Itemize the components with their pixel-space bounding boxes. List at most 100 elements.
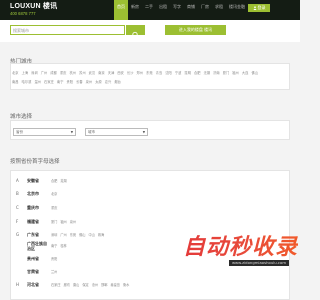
city-link[interactable]: 泉州 — [70, 220, 76, 224]
city-link[interactable]: 昆明 — [184, 71, 191, 75]
province-letter: C — [16, 205, 19, 210]
province-name[interactable]: 甘肃省 — [27, 269, 39, 275]
nav-item-finance[interactable]: 楼讯金融 — [226, 0, 248, 20]
city-link[interactable]: 嘉兴 — [105, 80, 112, 84]
top-bar: LOUXUN 楼讯 400 6878 777 首页 新房 二手 出租 写字 商铺… — [0, 0, 300, 20]
city-link[interactable]: 大连 — [242, 71, 249, 75]
city-link[interactable]: 广州 — [60, 233, 66, 237]
city-link[interactable]: 沧州 — [92, 283, 98, 287]
province-name[interactable]: 北京市 — [27, 191, 39, 197]
city-link[interactable]: 桂林 — [60, 244, 66, 248]
city-link[interactable]: 哈尔滨 — [22, 80, 32, 84]
city-link[interactable]: 郑州 — [137, 71, 144, 75]
nav-item-shop[interactable]: 商铺 — [184, 0, 198, 20]
city-link[interactable]: 合肥 — [194, 71, 201, 75]
city-link[interactable]: 福州 — [232, 71, 239, 75]
search-bar: 搜索城市 进入我的楼盘 楼讯 — [0, 20, 300, 42]
nav-item-office[interactable]: 写字 — [170, 0, 184, 20]
city-link[interactable]: 厦门 — [223, 71, 230, 75]
province-name[interactable]: 广西壮族自治区 — [27, 241, 49, 251]
city-link[interactable]: 佛山 — [251, 71, 258, 75]
search-button[interactable] — [126, 25, 145, 38]
city-link[interactable]: 衡水 — [123, 283, 129, 287]
nav-item-second-hand[interactable]: 二手 — [142, 0, 156, 20]
city-link[interactable]: 天津 — [108, 71, 115, 75]
province-name[interactable]: 贵州省 — [27, 256, 39, 262]
city-link[interactable]: 南昌 — [12, 80, 19, 84]
nav-item-home[interactable]: 首页 — [114, 0, 128, 20]
city-link[interactable]: 重庆 — [51, 206, 57, 210]
city-link[interactable]: 深圳 — [51, 233, 57, 237]
city-link[interactable]: 西安 — [117, 71, 124, 75]
province-cities: 石家庄 廊坊 唐山 保定 沧州 邯郸 秦皇岛 衡水 — [51, 282, 132, 287]
city-link[interactable]: 广州 — [41, 71, 48, 75]
city-link[interactable]: 武汉 — [89, 71, 96, 75]
city-link[interactable]: 石家庄 — [51, 283, 61, 287]
city-link[interactable]: 北京 — [12, 71, 19, 75]
hot-city-row-2: 南昌 哈尔滨 温州 石家庄 南宁 贵阳 长春 泉州 太原 嘉兴 烟台 — [12, 79, 124, 84]
region-card: 省份 ▼ 城市 ▼ — [10, 120, 290, 140]
city-link[interactable]: 保定 — [82, 283, 88, 287]
city-link[interactable]: 深圳 — [31, 71, 38, 75]
enter-listing-button[interactable]: 进入我的楼盘 楼讯 — [165, 25, 226, 35]
search-input[interactable]: 搜索城市 — [10, 25, 125, 35]
city-link[interactable]: 贵阳 — [66, 80, 73, 84]
city-link[interactable]: 中山 — [89, 233, 95, 237]
city-link[interactable]: 南宁 — [57, 80, 64, 84]
city-link[interactable]: 南宁 — [51, 244, 57, 248]
nav-item-new-house[interactable]: 新房 — [128, 0, 142, 20]
province-name[interactable]: 安徽省 — [27, 178, 39, 184]
city-link[interactable]: 青岛 — [156, 71, 163, 75]
city-link[interactable]: 南京 — [98, 71, 105, 75]
city-link[interactable]: 邯郸 — [101, 283, 107, 287]
site-logo[interactable]: LOUXUN 楼讯 — [10, 2, 57, 11]
city-link[interactable]: 上海 — [22, 71, 29, 75]
province-cities: 贵阳 — [51, 256, 60, 261]
city-link[interactable]: 长春 — [76, 80, 83, 84]
city-link[interactable]: 沈阳 — [165, 71, 172, 75]
city-link[interactable]: 烟台 — [114, 80, 121, 84]
province-name[interactable]: 重庆市 — [27, 205, 39, 211]
city-link[interactable]: 东莞 — [146, 71, 153, 75]
city-link[interactable]: 福州 — [60, 220, 66, 224]
city-link[interactable]: 兰州 — [51, 270, 57, 274]
city-link[interactable]: 贵阳 — [51, 257, 57, 261]
city-link[interactable]: 苏州 — [79, 71, 86, 75]
nav-item-factory[interactable]: 厂房 — [198, 0, 212, 20]
province-name[interactable]: 福建省 — [27, 219, 39, 225]
city-link[interactable]: 宁波 — [175, 71, 182, 75]
hot-city-card: 北京 上海 深圳 广州 成都 重庆 杭州 苏州 武汉 南京 天津 西安 长沙 郑州 东莞 青岛 沈阳 宁波 昆明 合肥… — [10, 63, 290, 90]
city-link[interactable]: 秦皇岛 — [110, 283, 120, 287]
province-name[interactable]: 广东省 — [27, 232, 39, 238]
province-name[interactable]: 河北省 — [27, 282, 39, 288]
city-link[interactable]: 厦门 — [51, 220, 57, 224]
city-link[interactable]: 太原 — [95, 80, 102, 84]
city-link[interactable]: 珠海 — [98, 233, 104, 237]
province-select[interactable]: 省份 ▼ — [13, 128, 76, 136]
city-link[interactable]: 东莞 — [70, 233, 76, 237]
city-link[interactable]: 杭州 — [69, 71, 76, 75]
nav-item-wanted[interactable]: 求租 — [212, 0, 226, 20]
province-letter: B — [16, 191, 19, 196]
city-link[interactable]: 合肥 — [51, 179, 57, 183]
city-link[interactable]: 廊坊 — [64, 283, 70, 287]
city-link[interactable]: 长沙 — [127, 71, 134, 75]
city-link[interactable]: 无锡 — [204, 71, 211, 75]
province-letter: A — [16, 178, 19, 183]
city-link[interactable]: 芜湖 — [60, 179, 66, 183]
city-select[interactable]: 城市 ▼ — [85, 128, 148, 136]
city-link[interactable]: 重庆 — [60, 71, 67, 75]
city-link[interactable]: 北京 — [51, 192, 57, 196]
city-link[interactable]: 唐山 — [73, 283, 79, 287]
city-link[interactable]: 成都 — [50, 71, 57, 75]
chevron-down-icon: ▼ — [70, 130, 73, 134]
search-icon — [132, 31, 139, 38]
city-link[interactable]: 温州 — [34, 80, 41, 84]
nav-item-rent[interactable]: 出租 — [156, 0, 170, 20]
city-link[interactable]: 石家庄 — [44, 80, 54, 84]
city-link[interactable]: 泉州 — [86, 80, 93, 84]
watermark-url: www.zidongmiaoshoulu.com — [229, 260, 289, 266]
city-link[interactable]: 佛山 — [79, 233, 85, 237]
city-link[interactable]: 济南 — [213, 71, 220, 75]
login-button[interactable]: 登录 — [248, 4, 270, 12]
